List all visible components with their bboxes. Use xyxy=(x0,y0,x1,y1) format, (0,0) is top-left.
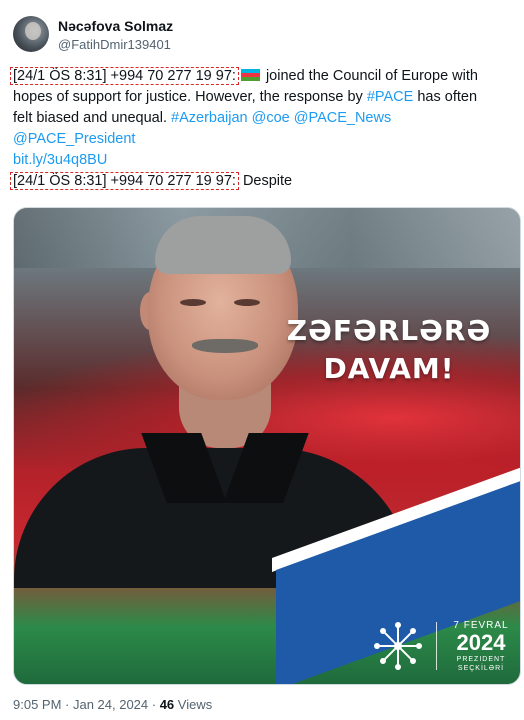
views-count: 46 xyxy=(159,697,175,712)
text-segment: has often xyxy=(413,89,478,105)
portrait-eye-left xyxy=(180,299,206,306)
tweet-line-6: [24/1 ÖS 8:31] +994 70 277 19 97: Despit… xyxy=(10,171,513,192)
tweet-meta: 9:05 PM · Jan 24, 2024 · 46 Views xyxy=(13,697,212,712)
election-subtitle-1: PREZIDENT xyxy=(456,656,506,663)
views-label: Views xyxy=(174,697,213,712)
text-segment: felt biased and unequal. xyxy=(13,110,172,126)
tweet-line-3: felt biased and unequal. #Azerbaijan @co… xyxy=(13,108,513,129)
mention-coe[interactable]: @coe xyxy=(252,110,290,126)
election-year: 2024 xyxy=(456,630,506,655)
author-name[interactable]: Nəcəfova Solmaz xyxy=(58,18,173,34)
mention-pace-president[interactable]: @PACE_President xyxy=(13,131,135,147)
banner-divider xyxy=(436,622,437,670)
tweet-line-5: bit.ly/3u4q8BU xyxy=(13,150,513,171)
highlighted-prefix: [24/1 ÖS 8:31] +994 70 277 19 97: xyxy=(10,172,239,190)
text-segment: Despite xyxy=(238,173,293,189)
election-subtitle-2: SEÇKİLƏRİ xyxy=(457,665,505,672)
hashtag-pace[interactable]: #PACE xyxy=(367,89,413,105)
headline-line-1: ZƏFƏRLƏRƏ xyxy=(286,314,492,347)
text-segment: joined the Council of Europe with xyxy=(261,68,478,84)
avatar[interactable] xyxy=(13,16,49,52)
tweet-line-4: @PACE_President xyxy=(13,129,513,150)
portrait-hair xyxy=(155,216,291,274)
portrait-eye-right xyxy=(234,299,260,306)
tweet-card: Nəcəfova Solmaz @FatihDmir139401 [24/1 Ö… xyxy=(0,0,524,720)
tweet-text: [24/1 ÖS 8:31] +994 70 277 19 97: joined… xyxy=(10,66,513,192)
tweet-image[interactable]: ZƏFƏRLƏRƏ DAVAM! 7 FEVRAL 2024 PREZIDENT… xyxy=(13,207,521,685)
text-segment: hopes of support for justice. However, t… xyxy=(13,89,367,105)
tweet-line-1: [24/1 ÖS 8:31] +994 70 277 19 97: joined… xyxy=(10,66,513,87)
highlighted-prefix: [24/1 ÖS 8:31] +994 70 277 19 97: xyxy=(10,67,239,85)
mention-pace-news[interactable]: @PACE_News xyxy=(294,110,391,126)
timestamp[interactable]: 9:05 PM · Jan 24, 2024 · xyxy=(13,697,160,712)
hashtag-azerbaijan[interactable]: #Azerbaijan xyxy=(171,110,248,126)
azerbaijan-flag-icon xyxy=(240,69,260,81)
short-link[interactable]: bit.ly/3u4q8BU xyxy=(13,152,107,168)
election-snowflake-logo-icon xyxy=(374,622,422,670)
portrait-mustache xyxy=(192,339,258,353)
headline-line-2: DAVAM! xyxy=(323,352,455,385)
tweet-line-2: hopes of support for justice. However, t… xyxy=(13,87,513,108)
author-handle[interactable]: @FatihDmir139401 xyxy=(58,37,171,52)
campaign-headline: ZƏFƏRLƏRƏ DAVAM! xyxy=(284,312,494,388)
